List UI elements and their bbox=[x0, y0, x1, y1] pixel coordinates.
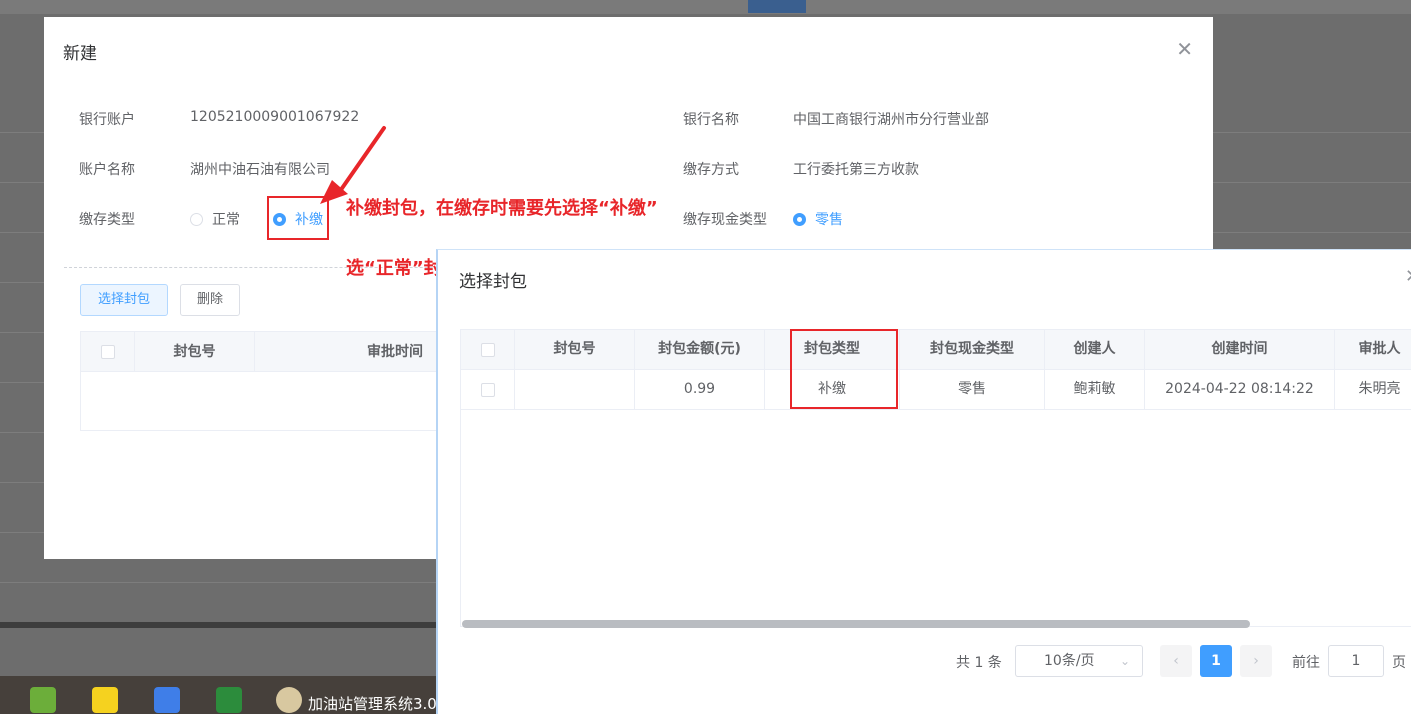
cell-creator: 鲍莉敏 bbox=[1045, 370, 1145, 409]
radio-checked-icon bbox=[793, 212, 806, 226]
radio-retail[interactable]: 零售 bbox=[793, 209, 843, 229]
column-creator: 创建人 bbox=[1045, 330, 1145, 369]
bank-account-label: 银行账户 bbox=[79, 112, 135, 128]
wps-app-icon[interactable] bbox=[154, 687, 180, 713]
prev-page-button[interactable]: ‹ bbox=[1160, 645, 1192, 677]
bank-name-value: 中国工商银行湖州市分行营业部 bbox=[793, 112, 989, 128]
chevron-right-icon: › bbox=[1253, 653, 1259, 669]
deposit-method-value: 工行委托第三方收款 bbox=[793, 162, 919, 178]
cell-approver: 朱明亮 bbox=[1335, 370, 1411, 409]
select-package-button[interactable]: 选择封包 bbox=[80, 284, 168, 316]
chevron-left-icon: ‹ bbox=[1173, 653, 1179, 669]
chevron-down-icon: ⌄ bbox=[1119, 654, 1130, 668]
column-approver: 审批人 bbox=[1335, 330, 1411, 369]
deposit-type-label: 缴存类型 bbox=[79, 212, 135, 228]
page-suffix-label: 页 bbox=[1392, 655, 1406, 671]
app-window-icon[interactable] bbox=[276, 687, 302, 713]
column-created-time: 创建时间 bbox=[1145, 330, 1335, 369]
cell-package-no bbox=[515, 370, 635, 409]
dialog-title: 选择封包 bbox=[459, 272, 527, 292]
select-package-dialog: 选择封包 ✕ 封包号 封包金额(元) 封包类型 封包现金类型 创建人 创建时间 … bbox=[436, 249, 1411, 714]
account-name-value: 湖州中油石油有限公司 bbox=[190, 162, 330, 178]
column-package-no: 封包号 bbox=[515, 330, 635, 369]
annotation-line-1: 补缴封包，在缴存时需要先选择“补缴” bbox=[346, 198, 658, 219]
cell-created-time: 2024-04-22 08:14:22 bbox=[1145, 370, 1335, 409]
close-icon[interactable]: ✕ bbox=[1405, 266, 1411, 287]
row-checkbox[interactable] bbox=[480, 382, 495, 397]
select-all-checkbox[interactable] bbox=[100, 345, 115, 359]
page-number-button[interactable]: 1 bbox=[1200, 645, 1232, 677]
radio-normal[interactable]: 正常 bbox=[190, 209, 240, 229]
column-cash-type: 封包现金类型 bbox=[900, 330, 1045, 369]
highlight-box-package-type bbox=[790, 329, 898, 409]
checkmark-app-icon[interactable] bbox=[30, 687, 56, 713]
delete-button[interactable]: 删除 bbox=[180, 284, 240, 316]
select-all-checkbox[interactable] bbox=[480, 342, 495, 357]
remote-desktop-icon[interactable] bbox=[216, 687, 242, 713]
column-amount: 封包金额(元) bbox=[635, 330, 765, 369]
close-icon[interactable]: ✕ bbox=[1176, 37, 1193, 61]
bank-name-label: 银行名称 bbox=[683, 112, 739, 128]
dialog-title: 新建 bbox=[63, 44, 97, 64]
page-size-select[interactable]: 10条/页 ⌄ bbox=[1015, 645, 1143, 677]
bank-account-value: 1205210009001067922 bbox=[190, 109, 360, 125]
player-app-icon[interactable] bbox=[92, 687, 118, 713]
taskbar-window-title[interactable]: 加油站管理系统3.0 bbox=[308, 693, 437, 714]
table-header: 封包号 封包金额(元) 封包类型 封包现金类型 创建人 创建时间 审批人 bbox=[461, 330, 1411, 370]
table-row[interactable]: 0.99 补缴 零售 鲍莉敏 2024-04-22 08:14:22 朱明亮 bbox=[461, 370, 1411, 410]
package-table: 封包号 审批时间 bbox=[80, 331, 481, 431]
radio-circle-icon bbox=[190, 212, 203, 226]
table-header: 封包号 审批时间 bbox=[81, 332, 481, 372]
horizontal-scrollbar[interactable] bbox=[462, 620, 1250, 628]
background-button bbox=[748, 0, 806, 13]
deposit-method-label: 缴存方式 bbox=[683, 162, 739, 178]
cell-amount: 0.99 bbox=[635, 370, 765, 409]
column-package-no: 封包号 bbox=[135, 332, 255, 372]
package-list-table: 封包号 封包金额(元) 封包类型 封包现金类型 创建人 创建时间 审批人 0.9… bbox=[460, 329, 1411, 627]
goto-label: 前往 bbox=[1292, 655, 1320, 671]
account-name-label: 账户名称 bbox=[79, 162, 135, 178]
cash-type-label: 缴存现金类型 bbox=[683, 212, 767, 228]
cell-cash-type: 零售 bbox=[900, 370, 1045, 409]
next-page-button[interactable]: › bbox=[1240, 645, 1272, 677]
goto-page-input[interactable]: 1 bbox=[1328, 645, 1384, 677]
pagination-total: 共 1 条 bbox=[956, 655, 1002, 671]
